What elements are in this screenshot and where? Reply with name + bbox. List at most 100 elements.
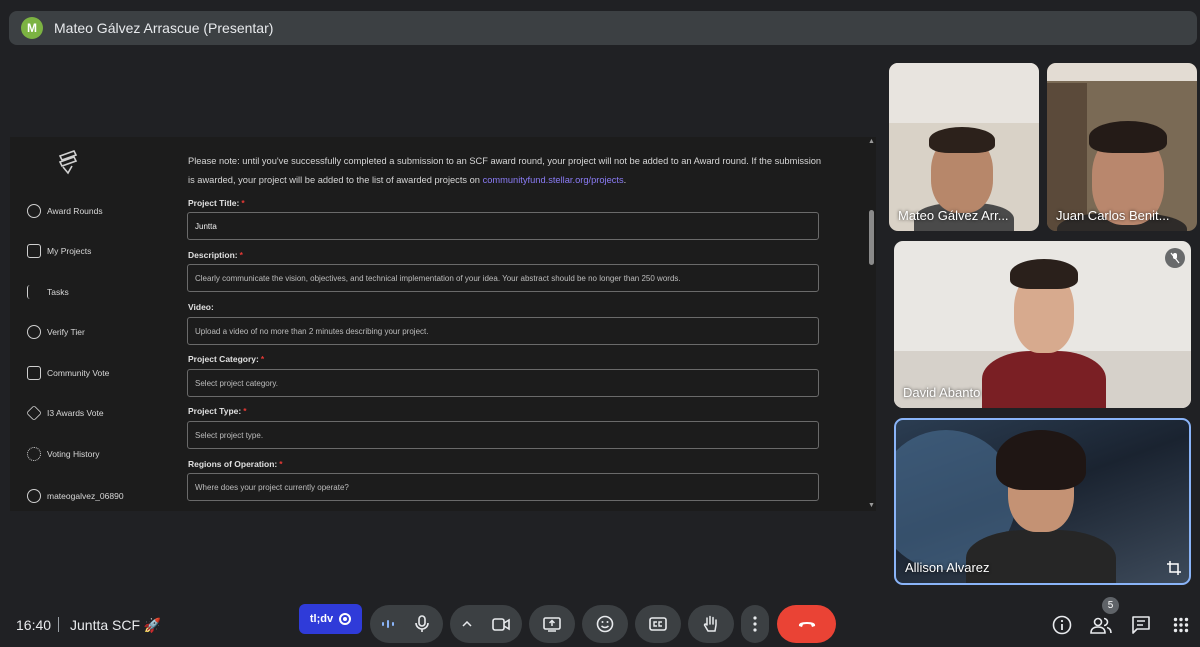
- presenter-title: Mateo Gálvez Arrascue (Presentar): [54, 20, 274, 36]
- record-icon: [339, 613, 352, 625]
- cube-icon: [26, 405, 42, 421]
- mic-button[interactable]: [402, 605, 441, 643]
- tldv-label: tl;dv: [309, 613, 334, 625]
- mic-icon: [414, 615, 429, 632]
- muted-mic-icon: [1165, 248, 1185, 268]
- scrollbar[interactable]: [867, 137, 876, 511]
- participant-tile[interactable]: David Abanto: [894, 241, 1191, 408]
- sidebar-item-tasks[interactable]: Tasks: [27, 281, 69, 303]
- sidebar-item-award-rounds[interactable]: Award Rounds: [27, 200, 103, 222]
- regions-label: Regions of Operation: *: [188, 459, 283, 469]
- emoji-icon: [596, 615, 614, 633]
- captions-icon: [649, 617, 667, 631]
- present-screen-icon: [543, 616, 561, 632]
- hand-icon: [703, 615, 717, 632]
- project-category-label: Project Category: *: [188, 354, 265, 364]
- stellar-logo-icon: [58, 150, 78, 175]
- participant-tile[interactable]: Mateo Gálvez Arr...: [889, 63, 1039, 231]
- sidebar-item-label: Tasks: [47, 287, 69, 297]
- more-options-button[interactable]: [741, 605, 769, 643]
- control-bar: 16:40 Juntta SCF 🚀 tl;dv 5: [0, 597, 1200, 647]
- people-icon: [1090, 617, 1112, 634]
- project-title-input[interactable]: Juntta: [187, 212, 819, 240]
- mic-control-group: [370, 605, 443, 643]
- sidebar-item-label: Verify Tier: [47, 327, 85, 337]
- video-hair: [996, 430, 1086, 490]
- sidebar-item-i3-awards-vote[interactable]: I3 Awards Vote: [26, 402, 104, 424]
- description-input[interactable]: Clearly communicate the vision, objectiv…: [187, 264, 819, 292]
- people-button[interactable]: [1090, 614, 1112, 636]
- sidebar-item-label: Voting History: [47, 449, 100, 459]
- sidebar-item-label: My Projects: [47, 246, 92, 256]
- video-input[interactable]: Upload a video of no more than 2 minutes…: [187, 317, 819, 345]
- tasks-icon: [27, 285, 41, 299]
- participant-name: Juan Carlos Benit...: [1056, 208, 1170, 223]
- participant-tile-active[interactable]: Allison Alvarez: [894, 418, 1191, 585]
- award-icon: [27, 204, 41, 218]
- participant-name: David Abanto: [903, 385, 981, 400]
- tldv-record-button[interactable]: tl;dv: [299, 604, 362, 634]
- meeting-time: 16:40: [16, 617, 52, 633]
- presenter-avatar: M: [21, 17, 43, 39]
- meeting-name: Juntta SCF 🚀: [70, 617, 162, 633]
- chevron-up-icon[interactable]: [452, 621, 482, 627]
- edit-icon: [27, 244, 41, 258]
- crop-icon[interactable]: [1165, 559, 1183, 577]
- camera-icon: [492, 617, 510, 631]
- app-sidebar: Award Rounds My Projects Tasks Verify Ti…: [10, 137, 180, 511]
- submission-form: Please note: until you've successfully c…: [187, 137, 837, 511]
- sidebar-item-label: Community Vote: [47, 368, 110, 378]
- sidebar-item-account[interactable]: mateogalvez_06890: [27, 485, 124, 507]
- video-hair: [929, 127, 995, 153]
- raise-hand-button[interactable]: [688, 605, 734, 643]
- camera-button[interactable]: [482, 617, 520, 631]
- scrollbar-thumb[interactable]: [869, 210, 874, 265]
- description-label: Description: *: [188, 250, 243, 260]
- sidebar-item-label: Award Rounds: [47, 206, 103, 216]
- chat-button[interactable]: [1130, 614, 1152, 636]
- leave-call-button[interactable]: [777, 605, 836, 643]
- sidebar-item-label: I3 Awards Vote: [47, 408, 104, 418]
- scroll-down-icon[interactable]: ▼: [868, 502, 875, 509]
- participant-tile[interactable]: Juan Carlos Benit...: [1047, 63, 1197, 231]
- camera-control-group: [450, 605, 522, 643]
- project-category-select[interactable]: Select project category.: [187, 369, 819, 397]
- presenter-bar: M Mateo Gálvez Arrascue (Presentar): [9, 11, 1197, 45]
- sidebar-item-my-projects[interactable]: My Projects: [27, 240, 91, 262]
- video-figure: [982, 351, 1106, 408]
- hangup-icon: [798, 622, 815, 627]
- video-label: Video:: [188, 302, 214, 312]
- projects-link[interactable]: communityfund.stellar.org/projects: [483, 175, 624, 185]
- sidebar-item-voting-history[interactable]: Voting History: [27, 443, 99, 465]
- present-button[interactable]: [529, 605, 575, 643]
- meeting-info-button[interactable]: [1051, 614, 1073, 636]
- project-title-label: Project Title: *: [188, 198, 245, 208]
- activities-button[interactable]: [1170, 614, 1192, 636]
- sidebar-item-verify-tier[interactable]: Verify Tier: [27, 321, 85, 343]
- verify-icon: [27, 325, 41, 339]
- history-icon: [27, 447, 41, 461]
- mail-icon: [27, 366, 41, 380]
- shared-screen: Award Rounds My Projects Tasks Verify Ti…: [10, 137, 876, 511]
- reactions-button[interactable]: [582, 605, 628, 643]
- submission-note: Please note: until you've successfully c…: [188, 152, 828, 190]
- info-icon: [1052, 615, 1072, 635]
- divider: [58, 617, 59, 632]
- scroll-up-icon[interactable]: ▲: [868, 138, 875, 145]
- video-figure: [966, 530, 1116, 583]
- participant-name: Allison Alvarez: [905, 560, 990, 575]
- participant-name: Mateo Gálvez Arr...: [898, 208, 1009, 223]
- people-count-badge: 5: [1102, 597, 1119, 614]
- audio-level-icon: [373, 618, 403, 630]
- apps-grid-icon: [1173, 617, 1189, 633]
- note-end: .: [623, 175, 627, 185]
- sidebar-item-community-vote[interactable]: Community Vote: [27, 362, 109, 384]
- sidebar-item-label: mateogalvez_06890: [47, 491, 124, 501]
- project-type-label: Project Type: *: [188, 406, 247, 416]
- more-vert-icon: [753, 616, 757, 632]
- regions-input[interactable]: Where does your project currently operat…: [187, 473, 819, 501]
- video-hair: [1089, 121, 1167, 153]
- project-type-select[interactable]: Select project type.: [187, 421, 819, 449]
- user-icon: [27, 489, 41, 503]
- captions-button[interactable]: [635, 605, 681, 643]
